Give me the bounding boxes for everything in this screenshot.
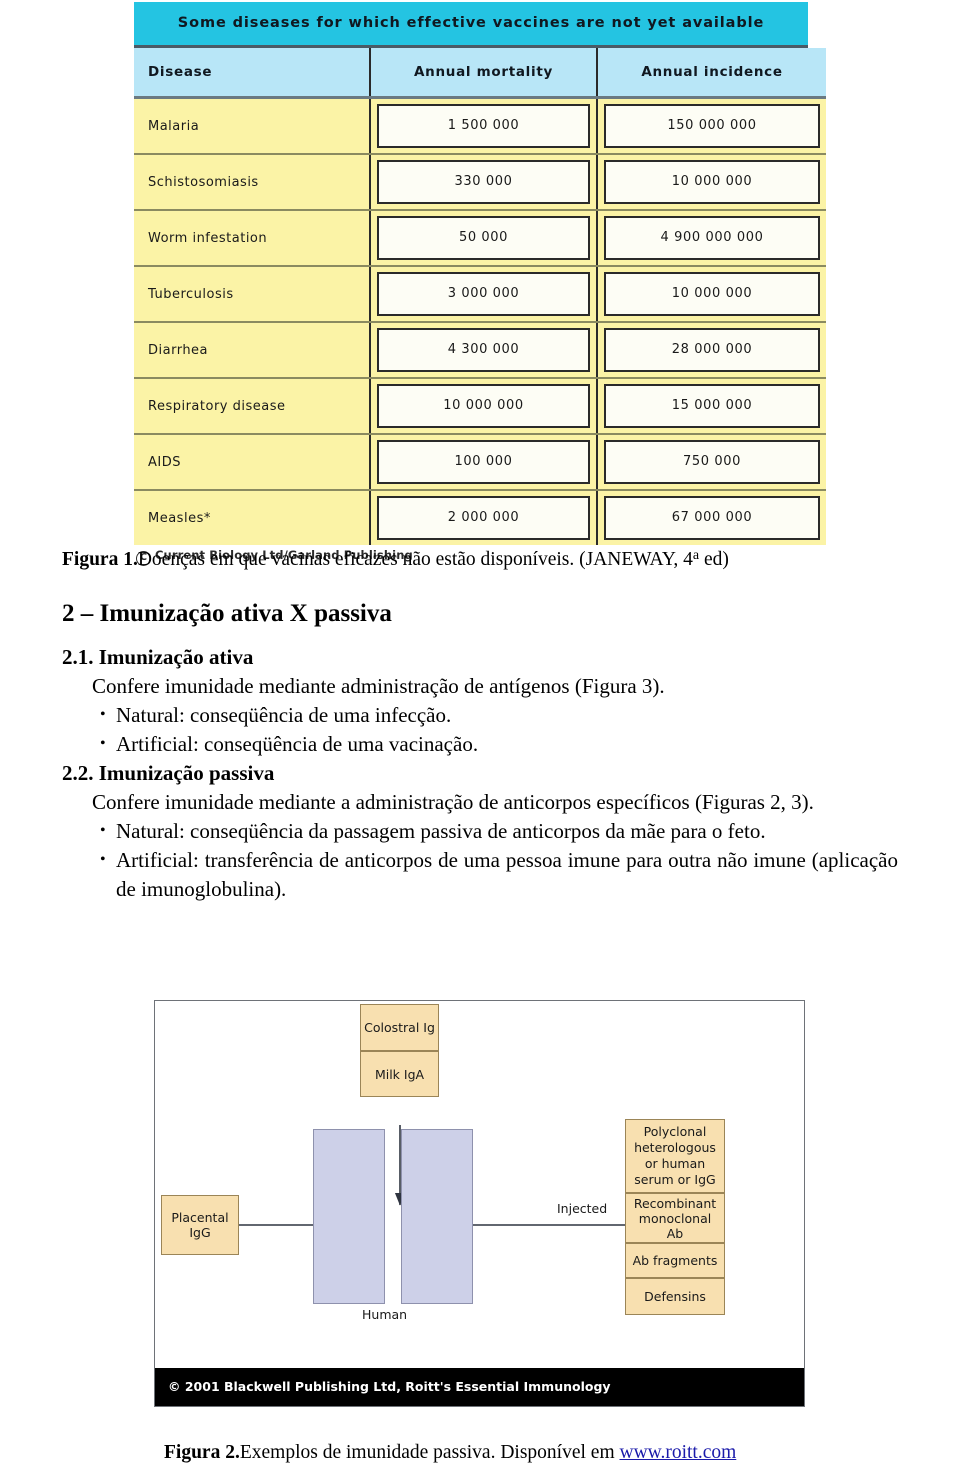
cell-mortality: 3 000 000: [370, 266, 598, 323]
value-box: 28 000 000: [604, 328, 820, 372]
label-injected: Injected: [557, 1201, 608, 1216]
disease-table: Disease Annual mortality Annual incidenc…: [134, 48, 826, 545]
value-box: 15 000 000: [604, 384, 820, 428]
box-polyclonal-serum: Polyclonal heterologous or human serum o…: [625, 1119, 725, 1193]
value-box: 750 000: [604, 440, 820, 484]
table-row: AIDS 100 000 750 000: [134, 434, 826, 491]
value-box: 10 000 000: [604, 272, 820, 316]
table-row: Worm infestation 50 000 4 900 000 000: [134, 210, 826, 267]
section-heading: 2 – Imunização ativa X passiva: [62, 599, 392, 627]
box-ab-fragments: Ab fragments: [625, 1243, 725, 1278]
cell-incidence: 150 000 000: [597, 97, 826, 155]
figure2-caption-label: Figura 2.: [164, 1441, 240, 1463]
value-box: 330 000: [377, 160, 590, 204]
figure2-canvas: Colostral Ig Milk IgA Placental IgG Huma…: [155, 1001, 804, 1369]
cell-incidence: 15 000 000: [597, 378, 826, 435]
cell-mortality: 2 000 000: [370, 490, 598, 545]
subsection-heading-passive: 2.2. Imunização passiva: [62, 760, 275, 785]
cell-disease: Measles*: [134, 490, 371, 545]
bullet-list-passive: Natural: conseqüência da passagem passiv…: [62, 816, 898, 904]
value-box: 100 000: [377, 440, 590, 484]
value-box: 150 000 000: [604, 104, 820, 148]
value-box: 67 000 000: [604, 496, 820, 540]
value-box: 4 300 000: [377, 328, 590, 372]
cell-disease: Tuberculosis: [134, 266, 371, 323]
column-header-disease: Disease: [134, 48, 371, 99]
cell-disease: AIDS: [134, 434, 371, 491]
roitt-website-link[interactable]: www.roitt.com: [619, 1442, 736, 1463]
list-item: Natural: conseqüência de uma infecção.: [100, 700, 898, 730]
label-human: Human: [362, 1307, 408, 1322]
cell-incidence: 10 000 000: [597, 154, 826, 211]
figure1-caption-tail: ed): [699, 548, 729, 570]
cell-mortality: 10 000 000: [370, 378, 598, 435]
cell-disease: Worm infestation: [134, 210, 371, 267]
box-recombinant-monoclonal-ab: Recombinant monoclonal Ab: [625, 1193, 725, 1243]
value-box: 10 000 000: [377, 384, 590, 428]
figure2-footer-credit: © 2001 Blackwell Publishing Ltd, Roitt's…: [155, 1368, 804, 1406]
cell-disease: Malaria: [134, 97, 371, 155]
figure1-caption-label: Figura 1.: [62, 548, 138, 570]
figure2-diagram: Colostral Ig Milk IgA Placental IgG Huma…: [154, 1000, 805, 1407]
cell-mortality: 330 000: [370, 154, 598, 211]
box-placental-igg: Placental IgG: [161, 1195, 239, 1255]
figure2-caption-text: Exemplos de imunidade passiva. Disponíve…: [239, 1441, 620, 1463]
cell-incidence: 10 000 000: [597, 266, 826, 323]
cell-disease: Diarrhea: [134, 322, 371, 379]
cell-mortality: 4 300 000: [370, 322, 598, 379]
value-box: 10 000 000: [604, 160, 820, 204]
table-row: Diarrhea 4 300 000 28 000 000: [134, 322, 826, 379]
figure1-caption: Figura 1.Doenças em que vacinas eficazes…: [62, 542, 898, 573]
subsection-heading-active: 2.1. Imunização ativa: [62, 644, 254, 669]
value-box: 50 000: [377, 216, 590, 260]
cell-mortality: 100 000: [370, 434, 598, 491]
value-box: 3 000 000: [377, 272, 590, 316]
cell-disease: Schistosomiasis: [134, 154, 371, 211]
box-milk-iga: Milk IgA: [360, 1051, 439, 1097]
list-item: Artificial: conseqüência de uma vacinaçã…: [100, 729, 898, 759]
figure1-caption-text: Doenças em que vacinas eficazes não estã…: [137, 548, 693, 570]
cell-incidence: 67 000 000: [597, 490, 826, 545]
table-row: Schistosomiasis 330 000 10 000 000: [134, 154, 826, 211]
document-text: Figura 1.Doenças em que vacinas eficazes…: [62, 542, 898, 904]
cell-disease: Respiratory disease: [134, 378, 371, 435]
list-item: Natural: conseqüência da passagem passiv…: [100, 816, 898, 846]
subsection-paragraph-passive: Confere imunidade mediante a administraç…: [92, 789, 814, 814]
box-defensins: Defensins: [625, 1278, 725, 1315]
box-colostral-ig: Colostral Ig: [360, 1004, 439, 1051]
table-header-row: Disease Annual mortality Annual incidenc…: [134, 48, 826, 99]
figure2-caption: Figura 2.Exemplos de imunidade passiva. …: [164, 1440, 864, 1466]
cell-incidence: 28 000 000: [597, 322, 826, 379]
column-header-annual-mortality: Annual mortality: [370, 48, 598, 99]
cell-mortality: 50 000: [370, 210, 598, 267]
human-body-right: [401, 1129, 473, 1304]
bullet-list-active: Natural: conseqüência de uma infecção. A…: [62, 700, 898, 759]
value-box: 1 500 000: [377, 104, 590, 148]
human-body-left: [313, 1129, 385, 1304]
value-box: 2 000 000: [377, 496, 590, 540]
table-title: Some diseases for which effective vaccin…: [134, 2, 808, 48]
cell-incidence: 750 000: [597, 434, 826, 491]
table-row: Respiratory disease 10 000 000 15 000 00…: [134, 378, 826, 435]
figure1-table: Some diseases for which effective vaccin…: [134, 2, 826, 566]
column-header-annual-incidence: Annual incidence: [597, 48, 826, 99]
value-box: 4 900 000 000: [604, 216, 820, 260]
cell-mortality: 1 500 000: [370, 97, 598, 155]
subsection-paragraph-active: Confere imunidade mediante administração…: [92, 673, 665, 698]
list-item: Artificial: transferência de anticorpos …: [100, 845, 898, 904]
table-row: Malaria 1 500 000 150 000 000: [134, 97, 826, 155]
table-row: Tuberculosis 3 000 000 10 000 000: [134, 266, 826, 323]
table-row: Measles* 2 000 000 67 000 000: [134, 490, 826, 545]
cell-incidence: 4 900 000 000: [597, 210, 826, 267]
